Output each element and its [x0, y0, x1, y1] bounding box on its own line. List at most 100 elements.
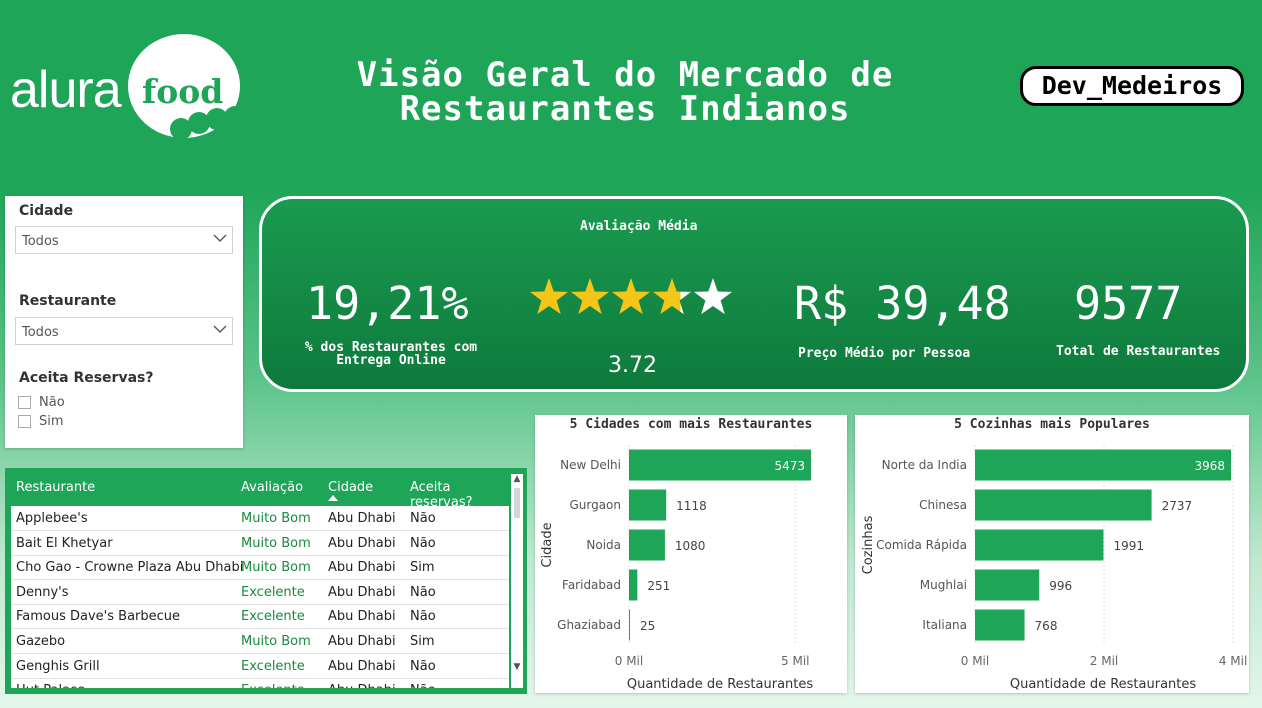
star-icon [611, 278, 651, 315]
kpi-card: Avaliação Média 19,21% % dos Restaurante… [259, 196, 1249, 392]
restaurante-filter-label: Restaurante [19, 293, 117, 309]
logo-alura-text: alura [10, 61, 122, 119]
total-restaurants-label: Total de Restaurantes [1056, 344, 1221, 359]
column-header-cidade[interactable]: Cidade [328, 480, 373, 495]
category-label: Faridabad [562, 578, 621, 592]
restaurante-dropdown-value: Todos [22, 325, 59, 340]
reservas-option-sim[interactable]: Sim [18, 414, 64, 429]
author-badge: Dev_Medeiros [1020, 66, 1244, 106]
cidade-dropdown[interactable]: Todos [15, 226, 233, 254]
avg-price-value: R$ 39,48 [794, 277, 1011, 330]
category-label: Chinesa [919, 498, 967, 512]
reservas-option-nao[interactable]: Não [18, 395, 65, 410]
table-row[interactable]: Gazebo Muito Bom Abu Dhabi Sim [11, 629, 509, 654]
category-label: Norte da India [882, 458, 967, 472]
cities-bar-chart: 0 Mil 5 Mil New Delhi 5473 Gurgaon 1118 Noida 1… [540, 445, 813, 692]
table-cell: Abu Dhabi [328, 634, 396, 649]
checkbox[interactable] [18, 396, 31, 409]
table-cell: Applebee's [16, 511, 88, 526]
table-cell: Abu Dhabi [328, 535, 396, 551]
checkbox[interactable] [18, 415, 31, 428]
cuisines-chart-panel: 5 Cozinhas mais Populares 0 Mil 2 Mil 4 Mi… [855, 415, 1249, 693]
category-label: New Delhi [560, 458, 621, 472]
table-row[interactable]: Denny's Excelente Abu Dhabi Não [11, 580, 509, 605]
table-cell: Denny's [16, 584, 69, 600]
table-cell: Sim [410, 560, 435, 576]
star-icon [529, 278, 569, 315]
category-label: Italiana [922, 618, 967, 632]
table-cell: Abu Dhabi [328, 560, 396, 576]
category-label: Gurgaon [569, 498, 621, 512]
table-cell: Muito Bom [241, 535, 311, 551]
table-cell: Excelente [241, 584, 305, 600]
table-row[interactable]: Cho Gao - Crowne Plaza Abu Dhabi Muito Bo… [11, 555, 509, 581]
table-body: Applebee's Muito Bom Abu Dhabi Não Bait El K… [11, 506, 509, 688]
cidade-dropdown-value: Todos [22, 234, 59, 249]
scroll-up-icon[interactable]: ▲ [511, 474, 523, 486]
chevron-down-icon [213, 234, 227, 242]
scroll-down-icon[interactable]: ▼ [511, 662, 523, 674]
data-label: 768 [1035, 619, 1058, 633]
table-cell: Muito Bom [241, 560, 311, 576]
data-label: 1991 [1113, 539, 1144, 553]
avaliacao-media-label: Avaliação Média [580, 219, 698, 234]
table-cell: Gazebo [16, 634, 66, 649]
table-cell: Abu Dhabi [328, 584, 396, 600]
table-cell: Hut Palace [16, 683, 85, 688]
column-header-avaliacao[interactable]: Avaliação [241, 480, 303, 495]
reservas-filter-label: Aceita Reservas? [19, 370, 154, 386]
online-delivery-value: 19,21% [306, 277, 469, 330]
chart-title: 5 Cidades com mais Restaurantes [569, 417, 813, 432]
category-label: Noida [586, 538, 621, 552]
chart-title: 5 Cozinhas mais Populares [954, 417, 1150, 432]
page-title: Visão Geral do Mercado de Restaurantes I… [300, 58, 950, 126]
y-axis-title: Cidade [540, 522, 555, 567]
table-row[interactable]: Bait El Khetyar Muito Bom Abu Dhabi Não [11, 531, 509, 556]
restaurants-table: Restaurante Avaliação Cidade Aceita rese… [5, 468, 527, 694]
reservas-option-label: Não [39, 395, 65, 410]
page-title-line2: Restaurantes Indianos [399, 89, 851, 129]
page-title-line1: Visão Geral do Mercado de [356, 55, 894, 95]
table-cell: Abu Dhabi [328, 658, 396, 674]
reservas-option-label: Sim [39, 414, 64, 429]
star-icon [693, 278, 733, 315]
logo-bite-mark [224, 106, 246, 128]
bar [975, 449, 1231, 481]
table-cell: Não [410, 511, 436, 526]
avg-price-label: Preço Médio por Pessoa [798, 346, 971, 361]
column-header-restaurante[interactable]: Restaurante [16, 480, 95, 495]
sort-ascending-icon [328, 495, 338, 501]
scrollbar-thumb[interactable] [514, 488, 520, 518]
data-label: 996 [1049, 579, 1072, 593]
x-tick-label: 0 Mil [615, 654, 643, 668]
restaurante-dropdown[interactable]: Todos [15, 317, 233, 345]
data-label: 3968 [1194, 459, 1225, 473]
category-label: Mughlai [920, 578, 967, 592]
table-cell: Excelente [241, 609, 305, 625]
data-label: 25 [640, 619, 655, 633]
table-row[interactable]: Applebee's Muito Bom Abu Dhabi Não [11, 506, 509, 531]
x-tick-label: 5 Mil [781, 654, 809, 668]
bar [629, 609, 630, 641]
table-row[interactable]: Famous Dave's Barbecue Excelente Abu Dhabi… [11, 604, 509, 630]
table-scrollbar[interactable]: ▲ ▼ [511, 474, 523, 688]
x-tick-label: 0 Mil [961, 654, 989, 668]
rating-value: 3.72 [608, 353, 657, 378]
table-cell: Sim [410, 634, 435, 649]
rating-stars [529, 278, 733, 315]
table-cell: Abu Dhabi [328, 511, 396, 526]
bar [975, 529, 1104, 561]
chevron-down-icon [213, 325, 227, 333]
table-cell: Não [410, 584, 436, 600]
star-icon [570, 278, 610, 315]
table-row[interactable]: Genghis Grill Excelente Abu Dhabi Não [11, 654, 509, 679]
logo-food-text: food [142, 72, 224, 111]
filter-panel: Cidade Todos Restaurante Todos Aceita Re… [5, 196, 243, 448]
table-cell: Não [410, 609, 436, 625]
table-cell: Abu Dhabi [328, 609, 396, 625]
online-delivery-label-line2: Entrega Online [336, 353, 446, 368]
y-axis-title: Cozinhas [861, 515, 876, 574]
data-label: 251 [647, 579, 670, 593]
total-restaurants-value: 9577 [1074, 277, 1183, 330]
table-row[interactable]: Hut Palace Excelente Abu Dhabi Não [11, 678, 509, 688]
